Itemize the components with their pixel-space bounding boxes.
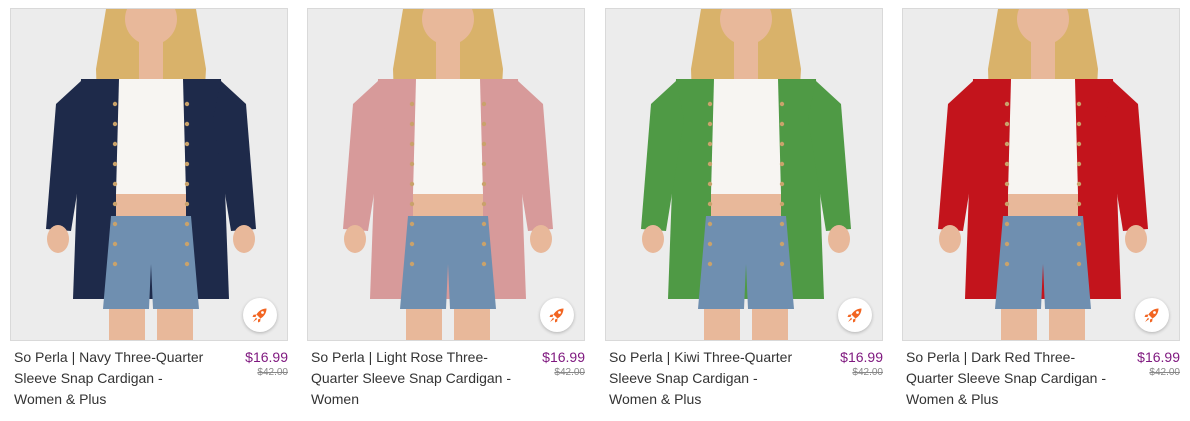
woman-in-kiwi-cardigan-image	[606, 9, 882, 340]
boost-button[interactable]	[838, 298, 872, 332]
original-price: $42.00	[257, 367, 288, 378]
original-price: $42.00	[554, 367, 585, 378]
product-info: So Perla | Kiwi Three-Quarter Sleeve Sna…	[605, 341, 883, 411]
product-title[interactable]: So Perla | Kiwi Three-Quarter Sleeve Sna…	[609, 347, 809, 410]
boost-button[interactable]	[540, 298, 574, 332]
rocket-icon	[1144, 308, 1159, 323]
rocket-icon	[549, 308, 564, 323]
sale-price: $16.99	[245, 349, 288, 365]
rocket-icon	[252, 308, 267, 323]
woman-in-navy-cardigan-image	[11, 9, 287, 340]
product-image[interactable]	[902, 8, 1180, 341]
product-image[interactable]	[10, 8, 288, 341]
product-image[interactable]	[307, 8, 585, 341]
sale-price: $16.99	[1137, 349, 1180, 365]
sale-price: $16.99	[542, 349, 585, 365]
original-price: $42.00	[1149, 367, 1180, 378]
rocket-icon	[847, 308, 862, 323]
product-card[interactable]: So Perla | Dark Red Three-Quarter Sleeve…	[902, 8, 1180, 413]
woman-in-light-rose-cardigan-image	[308, 9, 584, 340]
boost-button[interactable]	[243, 298, 277, 332]
product-info: So Perla | Light Rose Three-Quarter Slee…	[307, 341, 585, 411]
original-price: $42.00	[852, 367, 883, 378]
product-card[interactable]: So Perla | Light Rose Three-Quarter Slee…	[307, 8, 585, 413]
product-title[interactable]: So Perla | Light Rose Three-Quarter Slee…	[311, 347, 511, 410]
product-title[interactable]: So Perla | Dark Red Three-Quarter Sleeve…	[906, 347, 1106, 410]
product-card[interactable]: So Perla | Navy Three-Quarter Sleeve Sna…	[10, 8, 288, 413]
sale-price: $16.99	[840, 349, 883, 365]
product-info: So Perla | Navy Three-Quarter Sleeve Sna…	[10, 341, 288, 411]
boost-button[interactable]	[1135, 298, 1169, 332]
woman-in-dark-red-cardigan-image	[903, 9, 1179, 340]
product-grid: So Perla | Navy Three-Quarter Sleeve Sna…	[0, 0, 1190, 421]
product-card[interactable]: So Perla | Kiwi Three-Quarter Sleeve Sna…	[605, 8, 883, 413]
product-image[interactable]	[605, 8, 883, 341]
product-info: So Perla | Dark Red Three-Quarter Sleeve…	[902, 341, 1180, 411]
product-title[interactable]: So Perla | Navy Three-Quarter Sleeve Sna…	[14, 347, 214, 410]
